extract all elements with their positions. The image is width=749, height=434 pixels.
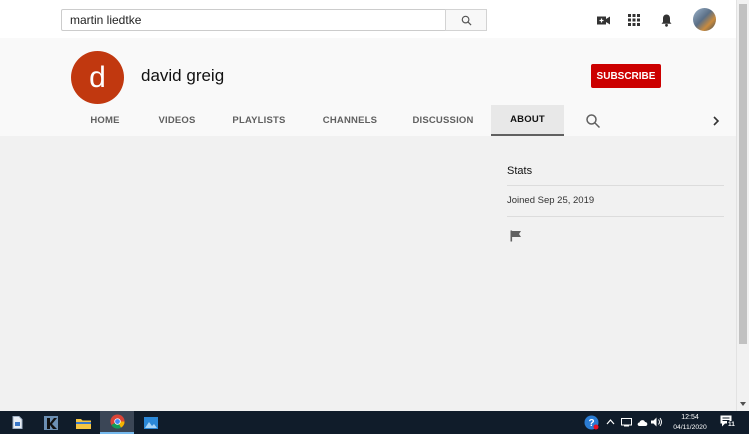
channel-tabs: HOME VIDEOS PLAYLISTS CHANNELS DISCUSSIO…: [0, 105, 736, 136]
search-box[interactable]: [61, 9, 446, 31]
folder-icon: [75, 418, 91, 429]
tab-home[interactable]: HOME: [82, 105, 128, 136]
page-scrollbar[interactable]: [736, 0, 749, 411]
joined-date: Joined Sep 25, 2019: [507, 195, 595, 206]
cloud-icon[interactable]: [637, 419, 648, 426]
windows-taskbar: ? 12:54 04/11/2020 11: [0, 411, 749, 434]
scrollbar-thumb[interactable]: [739, 4, 747, 344]
notification-count-badge: 11: [727, 421, 736, 428]
channel-avatar[interactable]: d: [71, 51, 124, 104]
divider: [507, 185, 724, 186]
stats-title: Stats: [507, 165, 533, 177]
flag-icon[interactable]: [510, 230, 522, 242]
media-app-icon: [44, 415, 58, 430]
video-camera-add-icon: [597, 16, 610, 24]
volume-icon[interactable]: [651, 417, 663, 427]
search-button[interactable]: [445, 9, 487, 31]
network-icon[interactable]: [621, 418, 632, 427]
tab-videos[interactable]: VIDEOS: [152, 105, 202, 136]
tab-about[interactable]: ABOUT: [491, 105, 564, 136]
help-icon[interactable]: ?: [584, 415, 599, 430]
notifications-button[interactable]: [656, 10, 676, 30]
bell-icon: [661, 14, 671, 27]
taskbar-file-app[interactable]: [0, 411, 34, 434]
subscribe-button[interactable]: SUBSCRIBE: [591, 64, 661, 88]
channel-search-icon[interactable]: [585, 113, 601, 129]
channel-header: d david greig SUBSCRIBE HOME VIDEOS PLAY…: [0, 38, 736, 136]
notification-center-button[interactable]: 11: [720, 415, 736, 430]
search-input[interactable]: [62, 10, 445, 30]
tab-discussion[interactable]: DISCUSSION: [410, 105, 476, 136]
chevron-up-icon[interactable]: [606, 418, 615, 426]
create-video-button[interactable]: [594, 10, 614, 30]
tab-channels[interactable]: CHANNELS: [318, 105, 382, 136]
search-icon: [461, 15, 472, 26]
chrome-icon: [109, 414, 125, 429]
taskbar-app-2[interactable]: [34, 411, 68, 434]
taskbar-chrome[interactable]: [100, 411, 134, 434]
channel-name: david greig: [141, 66, 225, 85]
apps-button[interactable]: [624, 10, 644, 30]
photos-icon: [144, 416, 158, 429]
taskbar-file-explorer[interactable]: [66, 411, 100, 434]
document-icon: [12, 416, 22, 429]
taskbar-time[interactable]: 12:54: [670, 414, 710, 421]
tab-playlists[interactable]: PLAYLISTS: [228, 105, 290, 136]
apps-grid-icon: [628, 14, 640, 26]
divider: [507, 216, 724, 217]
account-avatar[interactable]: [693, 8, 716, 31]
scroll-down-arrow-icon[interactable]: [739, 400, 747, 408]
masthead: [0, 0, 736, 38]
taskbar-photos[interactable]: [134, 411, 168, 434]
taskbar-date[interactable]: 04/11/2020: [668, 424, 712, 431]
chevron-right-icon[interactable]: [709, 113, 723, 129]
